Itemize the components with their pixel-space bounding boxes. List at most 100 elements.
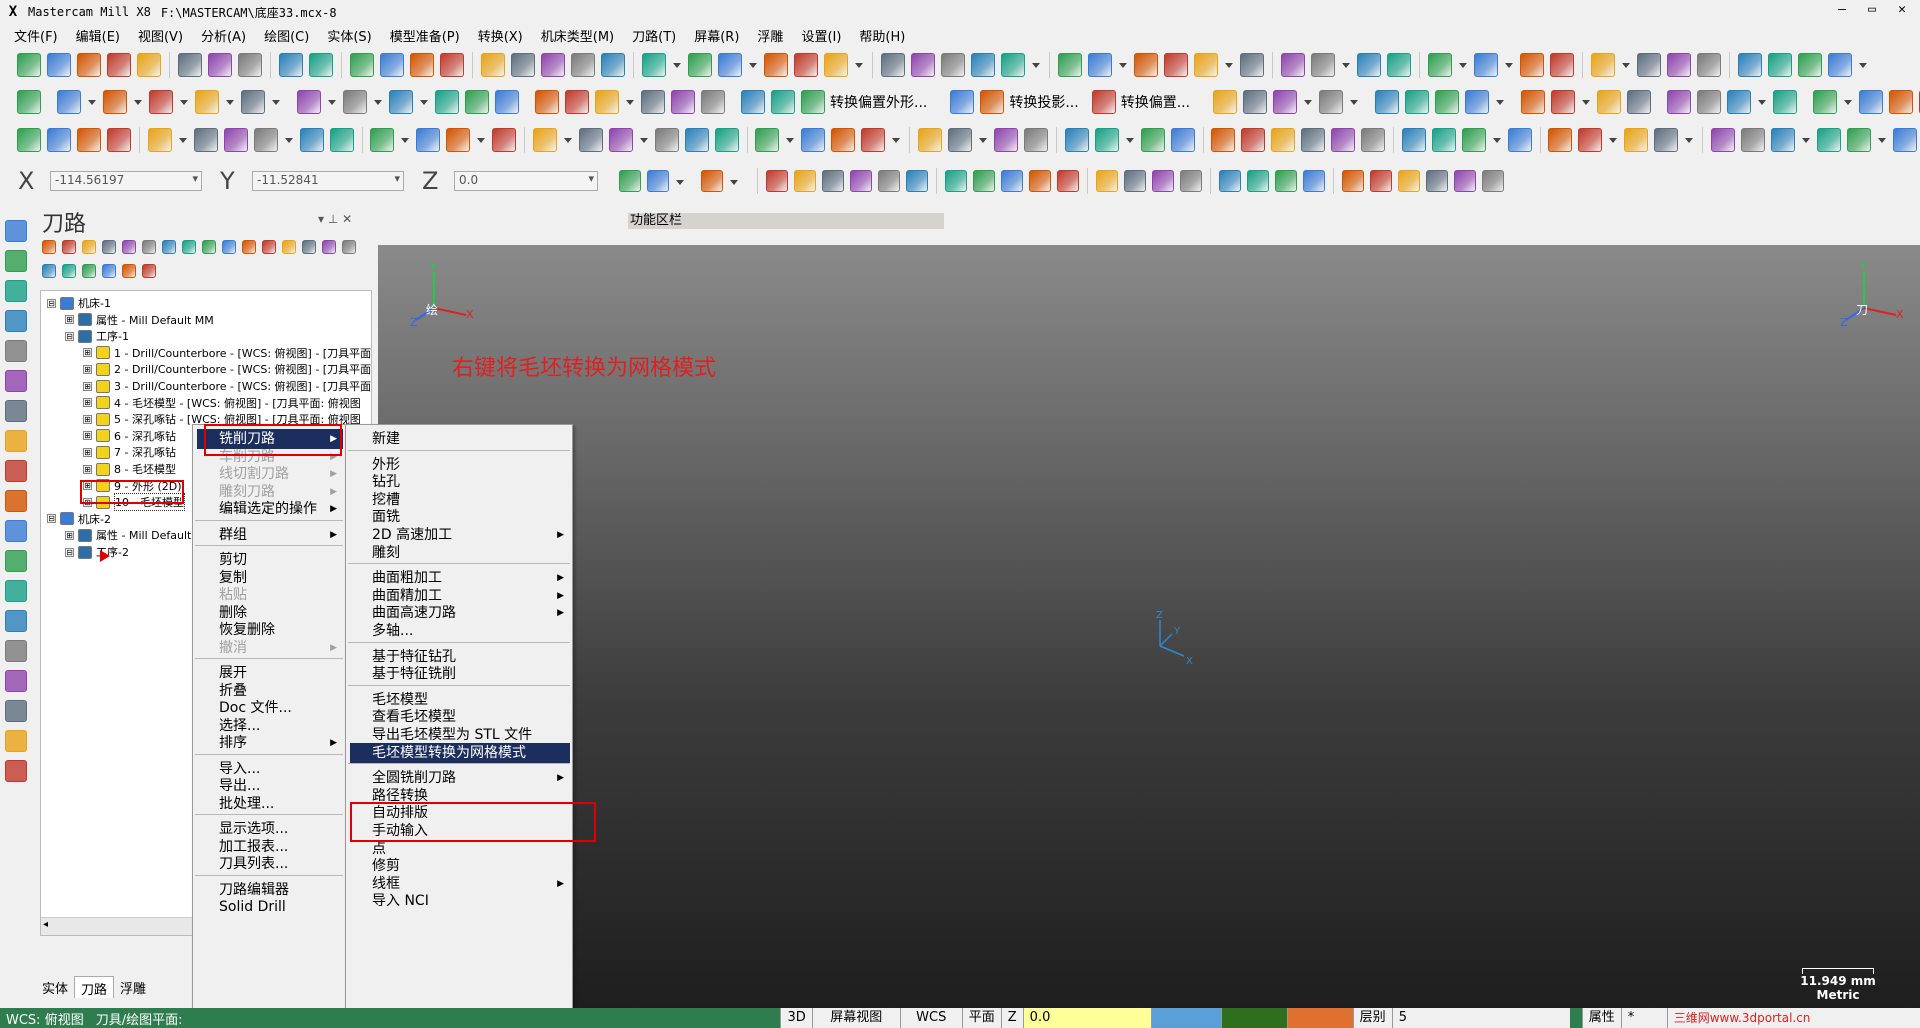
tb2-tool-icon-26[interactable]	[1273, 90, 1298, 114]
tb4-tool-icon-12[interactable]	[1029, 170, 1051, 192]
tb2-tool-icon-20[interactable]	[801, 90, 825, 114]
tb3-tool-icon-11[interactable]	[416, 128, 441, 152]
tree-expander-icon[interactable]: ⊞	[83, 348, 92, 358]
tb3-tool-icon-13[interactable]	[492, 128, 517, 152]
dropdown-arrow-icon[interactable]	[1607, 128, 1619, 152]
left-tool-icon-13[interactable]	[5, 610, 27, 632]
tb1-tool-icon-24[interactable]	[824, 53, 848, 77]
dropdown-arrow-icon[interactable]	[890, 128, 902, 152]
menu-item-6[interactable]: 模型准备(P)	[390, 26, 460, 45]
tb1-tool-icon-45[interactable]	[1637, 53, 1661, 77]
tb2-tool-icon-12[interactable]	[535, 90, 559, 114]
left-tool-icon-15[interactable]	[5, 670, 27, 692]
tree-item[interactable]: ⊞ 8 - 毛坯模型	[83, 461, 176, 477]
tb3-tool-icon-4[interactable]	[147, 128, 172, 152]
tree-item[interactable]: ⊟ 机床-1	[47, 295, 111, 311]
tb2-tool-icon-28[interactable]	[1375, 90, 1400, 114]
menu-item-4[interactable]: 绘图(C)	[264, 26, 309, 45]
tb4-tool-icon-17[interactable]	[1180, 170, 1202, 192]
tb1-tool-icon-34[interactable]	[1194, 53, 1218, 77]
menu-item-3[interactable]: 分析(A)	[201, 26, 246, 45]
tb4-tool-icon-25[interactable]	[1426, 170, 1448, 192]
menu-item-7[interactable]: 转换(X)	[478, 26, 523, 45]
tb3-tool-icon-20[interactable]	[755, 128, 780, 152]
tb2-tool-icon-17[interactable]	[701, 90, 725, 114]
tb2-tool-icon-8[interactable]	[389, 90, 413, 114]
dropdown-arrow-icon[interactable]	[728, 170, 750, 192]
dropdown-arrow-icon[interactable]	[1491, 128, 1503, 152]
menu-item-5[interactable]: 实体(S)	[327, 26, 371, 45]
tb2-tool-icon-24[interactable]	[1213, 90, 1238, 114]
paneltb-tool-icon-8[interactable]	[202, 240, 216, 254]
tb3-tool-icon-29[interactable]	[1094, 128, 1119, 152]
tb2-tool-icon-1[interactable]	[57, 90, 81, 114]
paneltb-tool-icon-5[interactable]	[142, 240, 156, 254]
tb2-tool-icon-11[interactable]	[495, 90, 519, 114]
tree-item[interactable]: ⊟ 工序-1	[65, 328, 129, 344]
tb3-tool-icon-35[interactable]	[1301, 128, 1326, 152]
tb4-tool-icon-10[interactable]	[973, 170, 995, 192]
menu-item-8[interactable]: 机床类型(M)	[541, 26, 614, 45]
left-tool-icon-4[interactable]	[5, 340, 27, 362]
tb1-tool-icon-46[interactable]	[1667, 53, 1691, 77]
tree-expander-icon[interactable]: ⊟	[65, 331, 74, 341]
tb3-tool-icon-23[interactable]	[861, 128, 886, 152]
tb3-tool-icon-45[interactable]	[1654, 128, 1679, 152]
menu-item-9[interactable]: 刀路(T)	[632, 26, 676, 45]
tb4-tool-icon-21[interactable]	[1303, 170, 1325, 192]
tb4-tool-icon-8[interactable]	[906, 170, 928, 192]
tb2-tool-icon-22[interactable]	[980, 90, 1005, 114]
paneltb-tool-icon-12[interactable]	[282, 240, 296, 254]
tb1-tool-icon-4[interactable]	[137, 53, 161, 77]
paneltb-tool-icon-4[interactable]	[122, 240, 136, 254]
paneltb-tool-icon-0[interactable]	[42, 240, 56, 254]
tb2-tool-icon-6[interactable]	[297, 90, 321, 114]
tb4-tool-icon-19[interactable]	[1247, 170, 1269, 192]
tb1-tool-icon-3[interactable]	[107, 53, 131, 77]
tb3-tool-icon-24[interactable]	[917, 128, 942, 152]
tb1-tool-icon-5[interactable]	[178, 53, 202, 77]
dropdown-arrow-icon[interactable]	[1876, 128, 1888, 152]
dropdown-arrow-icon[interactable]	[1800, 128, 1812, 152]
menu-item-1[interactable]: 编辑(E)	[76, 26, 120, 45]
left-tool-icon-18[interactable]	[5, 760, 27, 782]
tb1-tool-icon-11[interactable]	[380, 53, 404, 77]
tb3-tool-icon-6[interactable]	[223, 128, 248, 152]
tb3-tool-icon-8[interactable]	[299, 128, 324, 152]
menu-item[interactable]: 刀具列表...	[197, 854, 343, 874]
tree-expander-icon[interactable]: ⊞	[83, 364, 92, 374]
tree-item[interactable]: ⊞ 3 - Drill/Counterbore - [WCS: 俯视图] - [刀…	[83, 378, 371, 394]
color-swatch-orange[interactable]	[1286, 1008, 1353, 1028]
restore-button[interactable]: ▭	[1858, 2, 1886, 17]
dropdown-arrow-icon[interactable]	[638, 128, 650, 152]
dropdown-arrow-icon[interactable]	[177, 128, 189, 152]
tb1-tool-icon-31[interactable]	[1088, 53, 1112, 77]
tree-item[interactable]: ⊞ 1 - Drill/Counterbore - [WCS: 俯视图] - [刀…	[83, 345, 371, 361]
dropdown-arrow-icon[interactable]	[283, 128, 295, 152]
tb3-tool-icon-9[interactable]	[329, 128, 354, 152]
tb1-tool-icon-28[interactable]	[971, 53, 995, 77]
left-tool-icon-1[interactable]	[5, 250, 27, 272]
dropdown-arrow-icon[interactable]	[372, 90, 384, 114]
paneltb-tool-icon-6[interactable]	[162, 240, 176, 254]
tb3-tool-icon-15[interactable]	[578, 128, 603, 152]
dropdown-arrow-icon[interactable]	[784, 128, 796, 152]
tb2-tool-icon-37[interactable]	[1697, 90, 1722, 114]
tb1-tool-icon-41[interactable]	[1474, 53, 1498, 77]
dropdown-arrow-icon[interactable]	[475, 128, 487, 152]
dropdown-arrow-icon[interactable]	[1580, 90, 1592, 114]
tb2-tool-icon-18[interactable]	[741, 90, 765, 114]
tb3-tool-icon-30[interactable]	[1140, 128, 1165, 152]
tree-item[interactable]: ⊞ 4 - 毛坯模型 - [WCS: 俯视图] - [刀具平面: 俯视图	[83, 395, 361, 411]
dropdown-arrow-icon[interactable]	[1030, 53, 1042, 77]
tb4-tool-icon-5[interactable]	[822, 170, 844, 192]
left-tool-icon-10[interactable]	[5, 520, 27, 542]
tb4-tool-icon-14[interactable]	[1096, 170, 1118, 192]
tb3-tool-icon-31[interactable]	[1170, 128, 1195, 152]
tb2-tool-icon-21[interactable]	[950, 90, 975, 114]
tb4-tool-icon-11[interactable]	[1001, 170, 1023, 192]
dropdown-arrow-icon[interactable]	[399, 128, 411, 152]
dropdown-arrow-icon[interactable]	[1302, 90, 1314, 114]
tree-item[interactable]: ⊟ 机床-2	[47, 511, 111, 527]
menu-item[interactable]: 雕刻	[350, 543, 570, 563]
